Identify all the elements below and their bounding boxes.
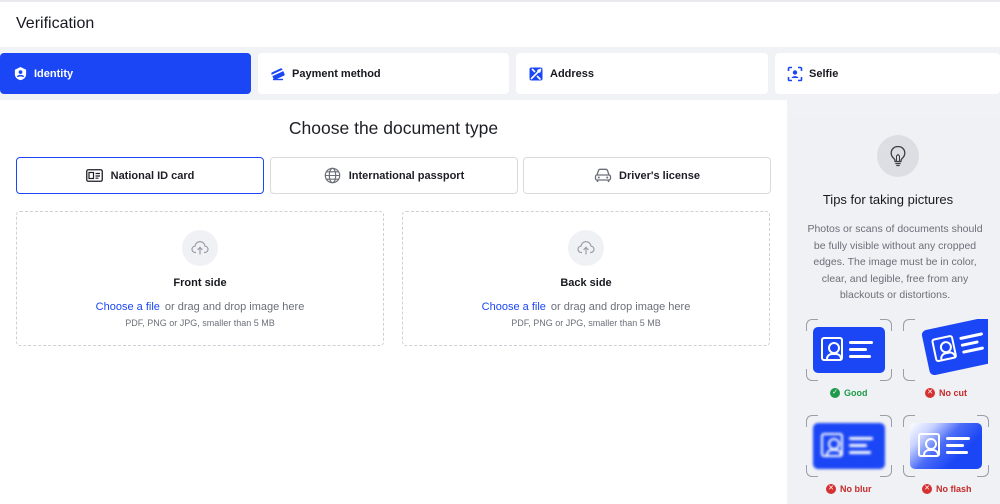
sample-label-good: ✓ Good	[830, 388, 868, 398]
dropzone-instructions: Choose a file or drag and drop image here	[17, 301, 383, 313]
sample-label-no-cut: ✕ No cut	[925, 388, 967, 398]
sample-label-text: No blur	[840, 484, 872, 494]
sample-label-no-flash: ✕ No flash	[922, 484, 972, 494]
step-label: Address	[550, 67, 595, 80]
card-icon	[270, 66, 286, 82]
car-icon	[594, 167, 612, 185]
id-card-image	[910, 423, 982, 469]
step-identity[interactable]: Identity	[0, 53, 251, 94]
sample-good	[806, 319, 892, 381]
check-icon: ✓	[830, 388, 840, 398]
steps-nav: Identity Payment method Address Selfie	[0, 53, 1000, 94]
step-label: Payment method	[292, 67, 381, 80]
x-icon: ✕	[925, 388, 935, 398]
choose-file-link[interactable]: Choose a file	[96, 301, 160, 313]
id-card-image	[921, 319, 988, 376]
x-icon: ✕	[922, 484, 932, 494]
dropzone-title: Front side	[173, 277, 227, 289]
lightbulb-icon	[877, 135, 919, 177]
identity-icon	[12, 66, 28, 82]
doc-type-drivers-license[interactable]: Driver's license	[523, 157, 771, 194]
id-card-image	[813, 327, 885, 373]
drag-drop-text: or drag and drop image here	[550, 301, 691, 313]
doc-type-label: Driver's license	[619, 169, 700, 182]
doc-type-passport[interactable]: International passport	[270, 157, 518, 194]
sample-no-cut	[903, 319, 988, 381]
drag-drop-text: or drag and drop image here	[164, 301, 305, 313]
doc-type-national-id[interactable]: National ID card	[16, 157, 264, 194]
map-icon	[528, 66, 544, 82]
dropzone-title: Back side	[560, 277, 612, 289]
upload-icon	[568, 230, 604, 266]
face-scan-icon	[787, 66, 803, 82]
sample-no-blur	[806, 415, 892, 477]
top-bar: Verification	[0, 0, 1000, 47]
page-title: Verification	[16, 15, 95, 32]
upload-icon	[182, 230, 218, 266]
x-icon: ✕	[826, 484, 836, 494]
file-format-hint: PDF, PNG or JPG, smaller than 5 MB	[511, 318, 661, 328]
back-side-dropzone[interactable]: Back side Choose a file or drag and drop …	[402, 211, 770, 346]
front-side-dropzone[interactable]: Front side Choose a file or drag and drop…	[16, 211, 384, 346]
doc-type-label: International passport	[348, 169, 465, 182]
tips-panel: Tips for taking pictures Photos or scans…	[788, 117, 1000, 504]
sample-label-text: No cut	[939, 388, 967, 398]
globe-icon	[324, 167, 342, 185]
doc-type-label: National ID card	[110, 169, 195, 182]
step-label: Selfie	[809, 67, 839, 80]
step-selfie[interactable]: Selfie	[775, 53, 1000, 94]
file-format-hint: PDF, PNG or JPG, smaller than 5 MB	[125, 318, 275, 328]
sample-label-no-blur: ✕ No blur	[826, 484, 872, 494]
tips-description: Photos or scans of documents should be f…	[807, 223, 983, 301]
dropzone-instructions: Choose a file or drag and drop image here	[403, 301, 769, 313]
main-panel: Choose the document type National ID car…	[0, 100, 787, 504]
section-heading: Choose the document type	[288, 118, 499, 138]
step-label: Identity	[34, 67, 74, 80]
sample-no-flash	[903, 415, 989, 477]
tips-title: Tips for taking pictures	[822, 192, 954, 207]
step-payment-method[interactable]: Payment method	[258, 53, 509, 94]
choose-file-link[interactable]: Choose a file	[482, 301, 546, 313]
sample-label-text: Good	[844, 388, 868, 398]
id-card-image	[813, 423, 885, 469]
step-address[interactable]: Address	[516, 53, 768, 94]
sample-label-text: No flash	[936, 484, 972, 494]
id-card-icon	[86, 167, 104, 185]
